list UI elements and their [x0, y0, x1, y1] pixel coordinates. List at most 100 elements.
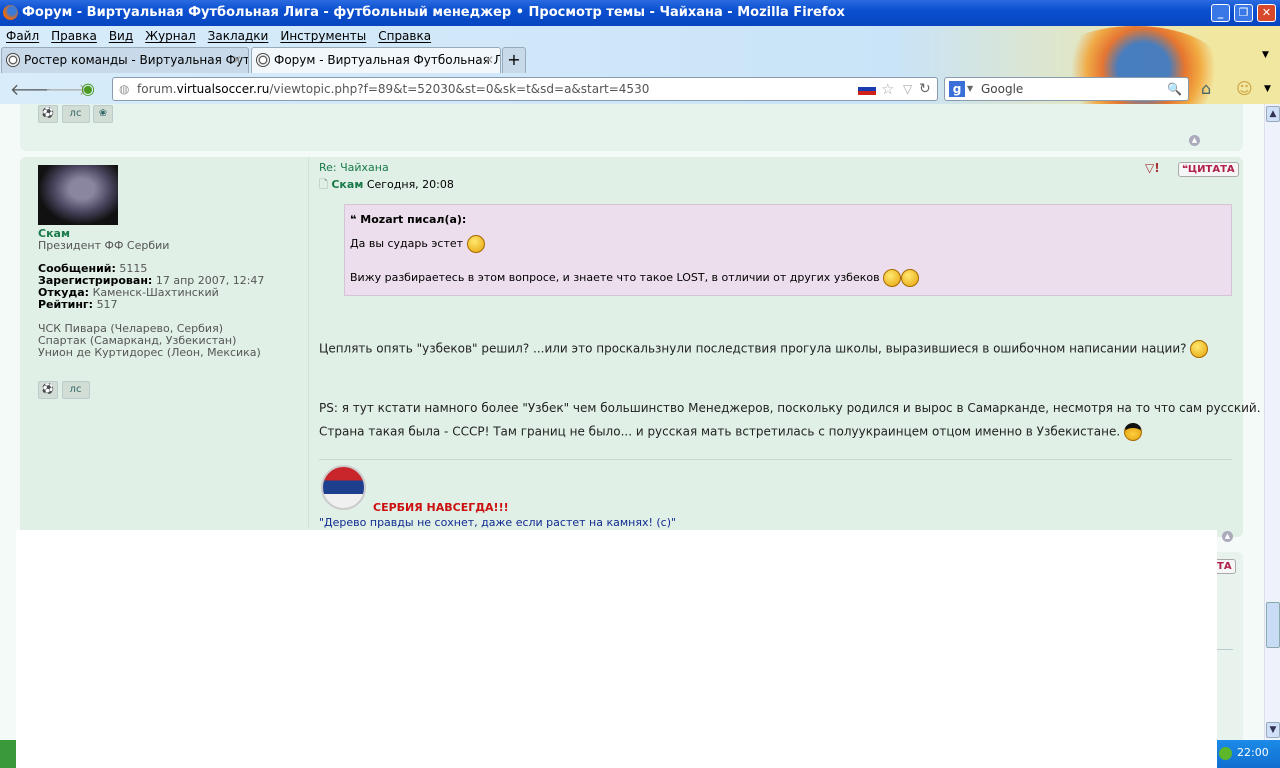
dropdown-icon[interactable]: ▽: [903, 78, 912, 100]
menu-view[interactable]: Вид: [103, 26, 139, 46]
quote-line: Да вы сударь эстет: [350, 235, 485, 253]
soccer-ball-icon: [256, 53, 270, 67]
grin-smiley-icon: [466, 235, 485, 253]
list-tabs-icon[interactable]: ▼: [1262, 50, 1269, 60]
bookmark-star-icon[interactable]: ☆: [881, 78, 894, 100]
next-post: ТА: [1213, 552, 1243, 742]
previous-post-actions: ⚽ лс ❀: [38, 105, 113, 123]
post-paragraph: PS: я тут кстати намного более "Узбек" ч…: [319, 401, 1261, 415]
previous-post: ⚽ лс ❀ ▲: [20, 104, 1243, 151]
menu-help[interactable]: Справка: [372, 26, 437, 46]
minimize-button[interactable]: _: [1211, 4, 1230, 22]
quote-text: Вижу разбираетесь в этом вопросе, и знае…: [350, 271, 880, 284]
new-tab-button[interactable]: +: [502, 47, 526, 73]
menu-edit[interactable]: Правка: [45, 26, 103, 46]
clock: 22:00: [1237, 746, 1269, 759]
cool-smiley-icon: [1124, 423, 1142, 441]
quote-button[interactable]: ❝ЦИТАТА: [1178, 162, 1239, 177]
post-subject[interactable]: Re: Чайхана: [319, 161, 389, 174]
quote-author: Mozart писал(а):: [360, 213, 467, 226]
serbia-flag-icon: [321, 465, 366, 510]
profile-actions: ⚽ лс: [38, 381, 90, 399]
post-time: Сегодня, 20:08: [366, 178, 454, 191]
close-tab-icon[interactable]: ✕: [232, 48, 242, 72]
menu-history[interactable]: Журнал: [139, 26, 202, 46]
team-item: Унион де Куртидорес (Леон, Мексика): [38, 346, 261, 359]
back-to-top-icon[interactable]: ▲: [1222, 531, 1233, 542]
stat-label: Рейтинг:: [38, 298, 94, 311]
home-icon[interactable]: ⌂: [1201, 79, 1211, 98]
start-button[interactable]: [0, 740, 16, 768]
tab-forum[interactable]: Форум - Виртуальная Футбольная Лиг...✕: [251, 47, 501, 73]
signature-divider: [1217, 649, 1233, 650]
reload-addon-icon[interactable]: ◉: [81, 79, 95, 98]
firefox-icon: [3, 5, 18, 20]
blank-overlay: [16, 530, 1217, 768]
post-text: Цеплять опять "узбеков" решил? ...или эт…: [319, 341, 1187, 356]
url-path: /viewtopic.php?f=89&t=52030&st=0&sk=t&sd…: [269, 82, 650, 96]
quote-text: Да вы сударь эстет: [350, 237, 464, 250]
author-stats: Сообщений: 5115 Зарегистрирован: 17 апр …: [38, 263, 264, 311]
close-tab-icon[interactable]: ✕: [484, 48, 494, 72]
report-icon[interactable]: ▽!: [1145, 161, 1160, 175]
author-rank: Президент ФФ Сербии: [38, 239, 170, 252]
profile-ball-icon[interactable]: ⚽: [38, 381, 58, 399]
stat-value: 517: [96, 298, 118, 311]
laughing-smiley-icon: [901, 269, 920, 287]
tray-check-icon[interactable]: [1219, 747, 1232, 760]
scroll-down-button[interactable]: ▼: [1266, 722, 1280, 738]
pm-button[interactable]: лс: [61, 105, 90, 123]
author-teams: ЧСК Пивара (Челарево, Сербия) Спартак (С…: [38, 323, 261, 359]
signature-quote: "Дерево правды не сохнет, даже если раст…: [319, 516, 677, 529]
google-icon[interactable]: g: [949, 81, 965, 97]
flower-icon[interactable]: ❀: [93, 105, 113, 123]
post-profile: Скам Президент ФФ Сербии Сообщений: 5115…: [20, 157, 309, 529]
pm-label: лс: [69, 384, 82, 395]
quote-line: Вижу разбираетесь в этом вопросе, и знае…: [350, 269, 920, 287]
globe-icon: ◍: [119, 82, 130, 96]
menu-bar: Файл Правка Вид Журнал Закладки Инструме…: [0, 26, 437, 46]
vertical-scrollbar[interactable]: ▲ ▼: [1264, 104, 1280, 740]
close-button[interactable]: ✕: [1257, 4, 1276, 22]
post-icon: 🗋: [319, 178, 328, 191]
url-bar[interactable]: ◍ forum.virtualsoccer.ru/viewtopic.php?f…: [112, 77, 938, 101]
menu-bookmarks[interactable]: Закладки: [202, 26, 275, 46]
menu-tools[interactable]: Инструменты: [274, 26, 372, 46]
tab-label: Ростер команды - Виртуальная Футбо...: [24, 53, 248, 67]
reload-icon[interactable]: ↻: [919, 78, 931, 100]
menu-file[interactable]: Файл: [0, 26, 45, 46]
post-paragraph: Страна такая была - СССР! Там границ не …: [319, 423, 1142, 441]
system-tray: 22:00: [1217, 740, 1280, 768]
scroll-up-button[interactable]: ▲: [1266, 106, 1280, 122]
profile-ball-icon[interactable]: ⚽: [38, 105, 58, 123]
quote-button-label: ЦИТАТА: [1187, 164, 1235, 175]
search-box[interactable]: g ▼ Google 🔍: [944, 77, 1189, 101]
russia-flag-icon: [858, 83, 876, 95]
post-text: Страна такая была - СССР! Там границ не …: [319, 424, 1121, 439]
post-paragraph: Цеплять опять "узбеков" решил? ...или эт…: [319, 340, 1209, 358]
menu-dropdown-icon[interactable]: ▼: [1264, 84, 1271, 94]
engine-dropdown-icon[interactable]: ▼: [967, 78, 973, 100]
search-placeholder: Google: [981, 82, 1024, 96]
signature-divider: [319, 459, 1232, 460]
signature-red: СЕРБИЯ НАВСЕГДА!!!: [373, 501, 509, 514]
back-to-top-icon[interactable]: ▲: [1189, 135, 1200, 146]
quote-block: ❝ Mozart писал(а): Да вы сударь эстет Ви…: [344, 204, 1232, 296]
tab-label: Форум - Виртуальная Футбольная Лиг...: [274, 53, 500, 67]
pm-button[interactable]: лс: [61, 381, 90, 399]
laughing-smiley-icon: [883, 269, 902, 287]
avatar[interactable]: [38, 165, 118, 225]
scrollbar-thumb[interactable]: [1266, 602, 1280, 648]
soccer-ball-icon: [6, 53, 20, 67]
url-domain: virtualsoccer.ru: [176, 82, 270, 96]
url-prefix: forum.: [137, 82, 177, 96]
tab-roster[interactable]: Ростер команды - Виртуальная Футбо...✕: [1, 47, 249, 73]
post-author[interactable]: Скам: [331, 178, 363, 191]
window-title: Форум - Виртуальная Футбольная Лига - фу…: [22, 5, 845, 20]
quote-header: ❝ Mozart писал(а):: [350, 213, 467, 226]
pm-label: лс: [69, 108, 82, 119]
search-icon[interactable]: 🔍: [1167, 78, 1182, 100]
addon-icon[interactable]: ☺: [1236, 79, 1253, 98]
quote-button-label: ТА: [1217, 561, 1232, 572]
maximize-button[interactable]: ❐: [1234, 4, 1253, 22]
